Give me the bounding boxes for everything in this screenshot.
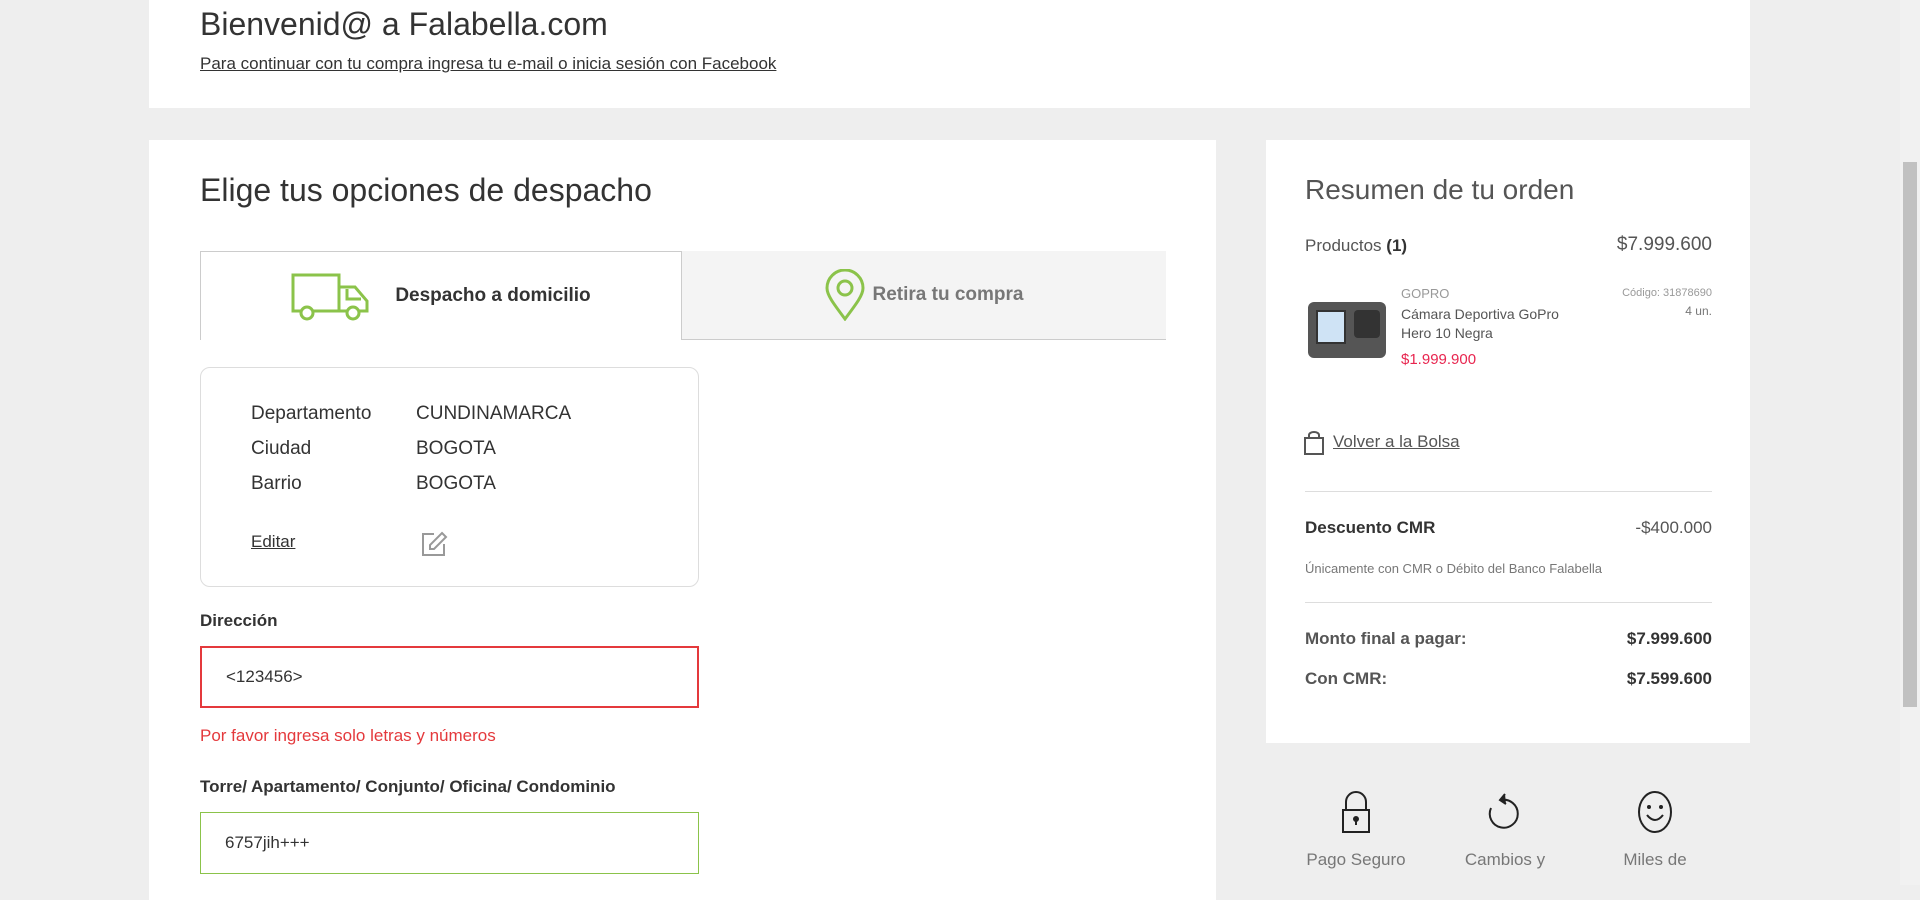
products-total: $7.999.600	[1616, 234, 1712, 255]
direccion-input[interactable]: <123456>	[200, 646, 699, 708]
summary-title: Resumen de tu orden	[1305, 174, 1575, 205]
product-brand: GOPRO	[1401, 286, 1450, 301]
discount-label: Descuento CMR	[1305, 518, 1436, 537]
product-image	[1308, 302, 1386, 358]
smiley-icon	[1638, 791, 1672, 833]
address-label: Ciudad	[251, 438, 312, 459]
address-value: CUNDINAMARCA	[416, 403, 572, 424]
tab-label: Retira tu compra	[872, 284, 1024, 305]
torre-input[interactable]: 6757jih+++	[200, 812, 699, 874]
shopping-bag-icon	[1304, 431, 1324, 455]
product-price: $1.999.900	[1401, 351, 1477, 368]
shipping-title: Elige tus opciones de despacho	[200, 172, 652, 208]
page-title: Bienvenid@ a Falabella.com	[200, 6, 608, 42]
login-link[interactable]: Para continuar con tu compra ingresa tu …	[200, 54, 776, 74]
address-value: BOGOTA	[416, 438, 496, 459]
tab-store-pickup[interactable]: Retira tu compra	[682, 251, 1166, 340]
products-label: Productos	[1305, 236, 1382, 255]
address-value: BOGOTA	[416, 473, 496, 494]
products-count: (1)	[1386, 236, 1408, 255]
cmr-value: $7.599.600	[1626, 669, 1712, 688]
discount-value: -$400.000	[1635, 518, 1712, 537]
scrollbar-thumb[interactable]	[1903, 162, 1917, 707]
divider	[1305, 491, 1712, 492]
product-name[interactable]: Cámara Deportiva GoPro Hero 10 Negra	[1401, 305, 1571, 343]
edit-address-link[interactable]: Editar	[251, 532, 295, 552]
tab-home-delivery[interactable]: Despacho a domicilio	[200, 251, 682, 340]
divider	[1305, 602, 1712, 603]
refresh-arrow-icon	[1488, 793, 1519, 829]
cmr-label: Con CMR:	[1305, 669, 1388, 688]
feature-label: Miles de	[1623, 850, 1687, 869]
final-value: $7.999.600	[1626, 629, 1712, 648]
final-label: Monto final a pagar:	[1305, 629, 1467, 648]
address-label: Departamento	[251, 403, 372, 424]
feature-returns: Cambios y	[1430, 790, 1580, 870]
product-code: Código: 31878690	[1622, 287, 1712, 299]
location-pin-icon	[824, 269, 865, 321]
feature-label: Pago Seguro	[1306, 850, 1406, 869]
padlock-icon	[1342, 791, 1370, 833]
truck-icon	[291, 273, 369, 321]
tab-label: Despacho a domicilio	[395, 285, 591, 306]
feature-label: Cambios y	[1464, 850, 1546, 869]
address-label: Barrio	[251, 473, 302, 494]
torre-label: Torre/ Apartamento/ Conjunto/ Oficina/ C…	[200, 777, 616, 796]
feature-secure-payment: Pago Seguro	[1281, 790, 1431, 870]
discount-note: Únicamente con CMR o Débito del Banco Fa…	[1305, 561, 1602, 576]
product-qty: 4 un.	[1685, 304, 1712, 318]
direccion-error: Por favor ingresa solo letras y números	[200, 726, 496, 745]
back-to-bag-link[interactable]: Volver a la Bolsa	[1333, 432, 1460, 452]
direccion-label: Dirección	[200, 611, 278, 630]
edit-pencil-icon[interactable]	[420, 530, 448, 558]
feature-customers: Miles de	[1580, 790, 1730, 870]
